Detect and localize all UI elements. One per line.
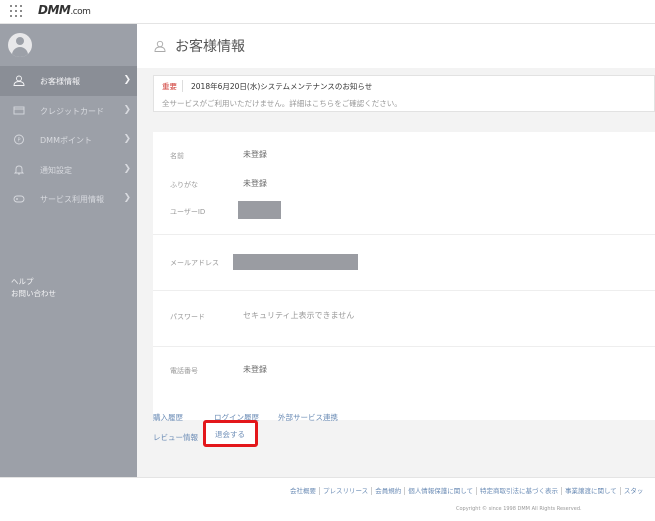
sidebar-item-service-usage[interactable]: サービス利用情報 ❯ xyxy=(0,184,137,214)
notice-headline[interactable]: 2018年6月20日(水)システムメンテナンスのお知らせ xyxy=(191,81,372,92)
divider xyxy=(153,234,655,235)
copyright: Copyright © since 1998 DMM All Rights Re… xyxy=(456,506,582,512)
logo-suffix: .com xyxy=(70,7,91,17)
furigana-label: ふりがな xyxy=(170,181,198,189)
page-header: お客様情報 xyxy=(137,24,655,68)
review-info-link[interactable]: レビュー情報 xyxy=(153,432,198,443)
important-badge: 重要 xyxy=(162,82,177,91)
dmm-logo[interactable]: DMM.com xyxy=(38,3,91,17)
withdraw-link[interactable]: 退会する xyxy=(215,429,245,440)
email-redacted xyxy=(233,254,358,270)
sidebar-item-dmm-points[interactable]: P DMMポイント ❯ xyxy=(0,125,137,155)
help-links: ヘルプ お問い合わせ xyxy=(11,276,56,300)
help-link[interactable]: ヘルプ xyxy=(11,276,56,288)
name-label: 名前 xyxy=(170,152,184,160)
password-value: セキュリティ上表示できません xyxy=(243,311,355,320)
sidebar-item-label: お客様情報 xyxy=(40,77,80,86)
user-icon xyxy=(13,75,25,86)
phone-label: 電話番号 xyxy=(170,367,198,375)
page-title: お客様情報 xyxy=(175,39,245,55)
sidebar: お客様情報 ❯ クレジットカード ❯ P DMMポイント ❯ 通知設定 ❯ サー… xyxy=(0,24,137,477)
logo-main: DMM xyxy=(38,3,71,17)
credit-card-icon xyxy=(13,106,25,114)
footer-link-staff[interactable]: スタッ xyxy=(621,487,647,495)
footer-link-press[interactable]: プレスリリース xyxy=(320,487,373,495)
footer-link-business-transfer[interactable]: 事業譲渡に関して xyxy=(562,487,621,495)
chevron-right-icon: ❯ xyxy=(123,75,131,85)
password-label: パスワード xyxy=(170,313,205,321)
footer-link-company[interactable]: 会社概要 xyxy=(290,487,320,495)
sidebar-item-label: DMMポイント xyxy=(40,136,92,145)
footer-link-commerce-law[interactable]: 特定商取引法に基づく表示 xyxy=(477,487,562,495)
footer-link-terms[interactable]: 会員規約 xyxy=(372,487,406,495)
divider xyxy=(153,346,655,347)
sidebar-item-label: クレジットカード xyxy=(40,106,104,116)
bell-icon xyxy=(13,165,25,175)
userid-redacted xyxy=(238,201,281,219)
top-header: DMM.com xyxy=(0,0,655,24)
email-label: メールアドレス xyxy=(170,259,219,267)
footer: 会社概要 プレスリリース 会員規約 個人情報保護に関して 特定商取引法に基づく表示 事業譲… xyxy=(0,477,655,521)
apps-grid-icon[interactable] xyxy=(10,5,22,17)
contact-link[interactable]: お問い合わせ xyxy=(11,288,56,300)
sidebar-item-notifications[interactable]: 通知設定 ❯ xyxy=(0,155,137,185)
userid-label: ユーザーID xyxy=(170,208,206,216)
external-services-link[interactable]: 外部サービス連携 xyxy=(278,412,338,423)
divider xyxy=(182,80,183,92)
sidebar-nav: お客様情報 ❯ クレジットカード ❯ P DMMポイント ❯ 通知設定 ❯ サー… xyxy=(0,66,137,214)
sidebar-item-label: 通知設定 xyxy=(40,165,72,175)
sidebar-item-credit-card[interactable]: クレジットカード ❯ xyxy=(0,96,137,126)
sidebar-item-label: サービス利用情報 xyxy=(40,195,104,204)
footer-link-privacy[interactable]: 個人情報保護に関して xyxy=(405,487,477,495)
footer-links: 会社概要 プレスリリース 会員規約 個人情報保護に関して 特定商取引法に基づく表示 事業譲… xyxy=(290,485,646,495)
chevron-right-icon: ❯ xyxy=(123,193,131,203)
sidebar-item-customer-info[interactable]: お客様情報 ❯ xyxy=(0,66,137,96)
withdraw-highlight: 退会する xyxy=(203,420,258,447)
customer-info-card: 名前 未登録 ふりがな 未登録 ユーザーID メールアドレス パスワード セキュ… xyxy=(153,132,655,420)
purchase-history-link[interactable]: 購入履歴 xyxy=(153,412,183,423)
avatar[interactable] xyxy=(8,33,32,57)
points-icon: P xyxy=(14,134,24,145)
main-content: お客様情報 重要 2018年6月20日(水)システムメンテナンスのお知らせ 全サ… xyxy=(137,24,655,477)
chevron-right-icon: ❯ xyxy=(123,104,131,115)
svg-text:P: P xyxy=(17,138,20,144)
furigana-value: 未登録 xyxy=(243,179,267,188)
notice-detail: 全サービスがご利用いただけません。詳細はこちらをご確認ください。 xyxy=(162,99,402,108)
divider xyxy=(153,290,655,291)
chevron-right-icon: ❯ xyxy=(123,163,131,174)
gamepad-icon xyxy=(13,195,25,203)
user-icon xyxy=(154,40,166,52)
name-value: 未登録 xyxy=(243,150,267,159)
phone-value: 未登録 xyxy=(243,365,267,374)
maintenance-notice[interactable]: 重要 2018年6月20日(水)システムメンテナンスのお知らせ 全サービスがご利… xyxy=(153,75,655,112)
chevron-right-icon: ❯ xyxy=(123,134,131,144)
